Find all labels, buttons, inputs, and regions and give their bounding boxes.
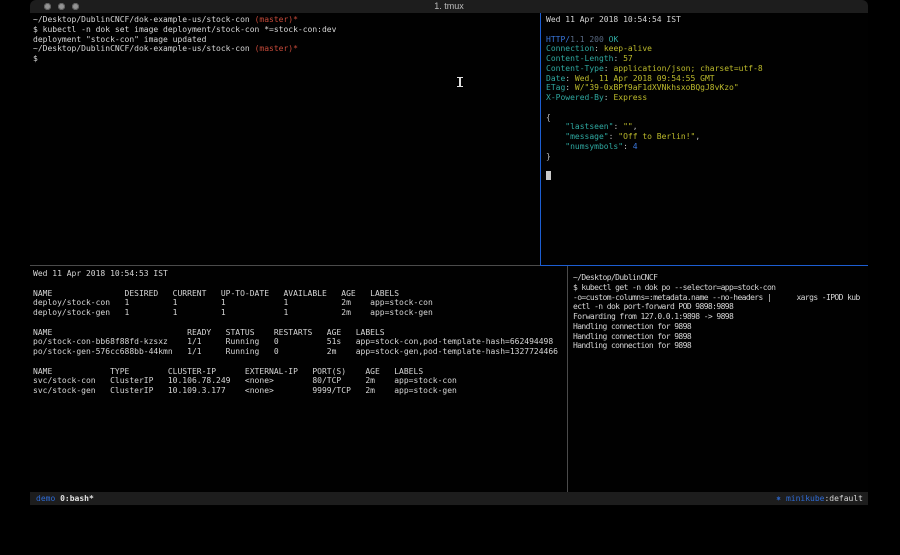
kube-context: minikube [786,494,825,503]
pane-divider-horizontal-left[interactable] [30,265,540,266]
tmux-status-bar: demo 0:bash* ⎈ minikube:default [30,492,868,505]
window-titlebar[interactable]: 1. tmux [30,0,868,13]
pane-top-right-http-response[interactable]: Wed 11 Apr 2018 10:54:54 IST HTTP/1.1 20… [546,15,866,181]
text-cursor-pointer-icon [456,76,463,88]
tmux-content: ~/Desktop/DublinCNCF/dok-example-us/stoc… [30,13,868,492]
pane-top-left-kubectl-shell[interactable]: ~/Desktop/DublinCNCF/dok-example-us/stoc… [33,15,538,64]
pane-divider-vertical-bottom[interactable] [567,266,568,492]
status-left: demo 0:bash* [36,492,94,505]
pane-bottom-left-resource-tables[interactable]: Wed 11 Apr 2018 10:54:53 IST NAME DESIRE… [33,269,565,396]
window-title: 1. tmux [30,1,868,11]
pane-divider-horizontal-right-active[interactable] [540,265,868,266]
window-tab-bash[interactable]: 0:bash* [60,494,94,503]
status-right: ⎈ minikube:default [776,492,863,505]
session-name: demo [36,494,55,503]
kube-namespace: :default [824,494,863,503]
kubernetes-helm-icon: ⎈ [776,494,786,503]
terminal-window: 1. tmux ~/Desktop/DublinCNCF/dok-example… [30,0,868,506]
pane-bottom-right-port-forward[interactable]: ~/Desktop/DublinCNCF$ kubectl get -n dok… [573,273,867,351]
pane-divider-vertical-top-active[interactable] [540,13,541,266]
